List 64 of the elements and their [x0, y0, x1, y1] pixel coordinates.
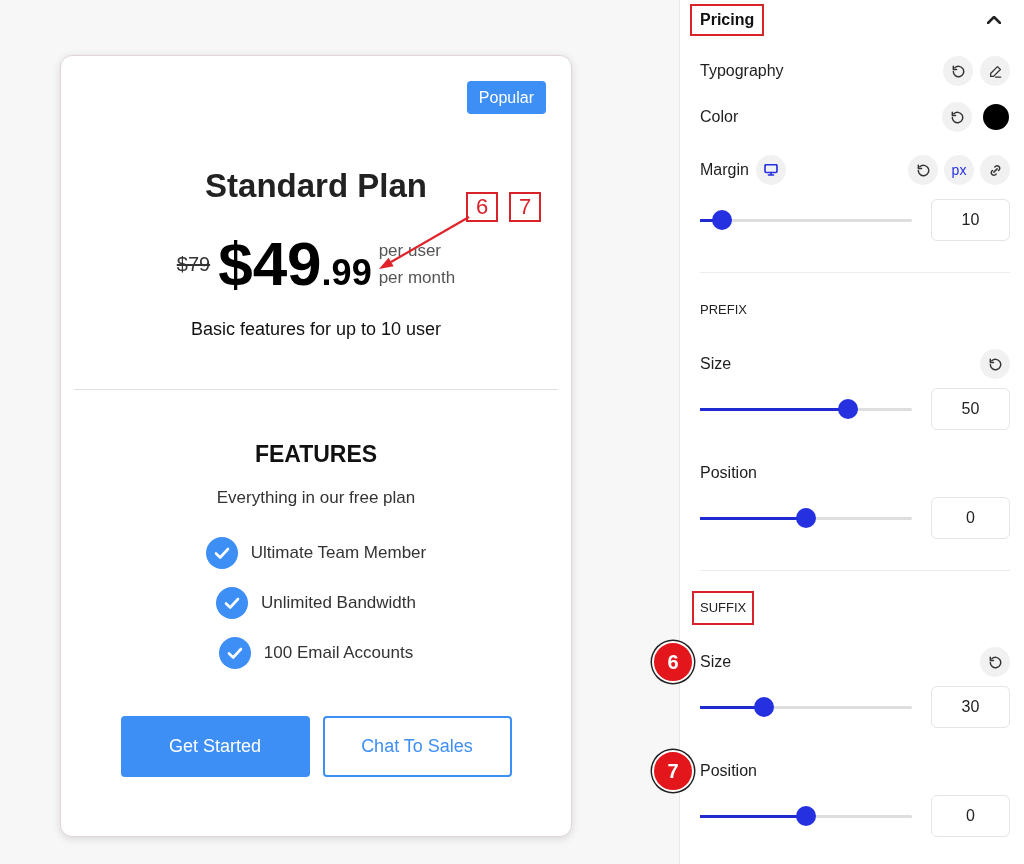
pencil-icon [988, 64, 1002, 78]
slider-track[interactable] [700, 806, 912, 826]
section-heading: SUFFIX [692, 591, 755, 625]
number-input[interactable]: 0 [931, 795, 1010, 837]
device-button[interactable] [755, 155, 786, 185]
slider-thumb[interactable] [711, 210, 732, 230]
slider-track[interactable] [700, 210, 912, 230]
number-input[interactable]: 30 [931, 686, 1010, 728]
popular-badge: Popular [466, 81, 546, 114]
slider-thumb[interactable] [753, 697, 774, 717]
step-marker: 6 [652, 641, 694, 683]
control-label: Typography [700, 61, 784, 81]
reset-icon [988, 655, 1002, 669]
control-label: Position [700, 463, 757, 483]
price-amount: $49 [218, 233, 322, 295]
section-title: Pricing [690, 4, 765, 36]
slider-thumb[interactable] [796, 508, 816, 528]
slider-track[interactable] [700, 399, 912, 419]
unit-button[interactable]: px [944, 155, 974, 185]
number-input[interactable]: 10 [931, 199, 1010, 241]
check-icon [218, 637, 251, 669]
price-period: per user [378, 240, 443, 262]
check-icon [216, 587, 248, 619]
callout-label: 7 [509, 192, 541, 222]
section-heading: PREFIX [699, 301, 748, 319]
monitor-icon [763, 164, 778, 176]
number-input[interactable]: 0 [931, 497, 1010, 539]
slider-track[interactable] [700, 697, 912, 717]
reset-button[interactable] [980, 349, 1010, 379]
callout-label: 6 [466, 192, 498, 222]
feature-item: 100 Email Accounts [263, 642, 414, 664]
chevron-up-icon[interactable] [987, 16, 1001, 24]
original-price: $79 [176, 252, 211, 276]
slider-track[interactable] [700, 508, 912, 528]
link-icon [988, 163, 1002, 177]
reset-icon [988, 357, 1002, 371]
features-subtitle: Everything in our free plan [216, 487, 416, 509]
reset-icon [950, 110, 964, 124]
features-heading: FEATURES [254, 440, 378, 469]
reset-icon [951, 64, 965, 78]
plan-description: Basic features for up to 10 user [190, 318, 442, 341]
price-period: per month [378, 267, 456, 289]
step-marker: 7 [652, 750, 694, 792]
edit-button[interactable] [980, 56, 1010, 86]
control-label: Size [700, 652, 732, 672]
link-button[interactable] [980, 155, 1010, 185]
feature-item: Ultimate Team Member [250, 542, 427, 564]
plan-title: Standard Plan [205, 166, 427, 206]
reset-button[interactable] [980, 647, 1010, 677]
number-input[interactable]: 50 [931, 388, 1010, 430]
check-icon [205, 537, 238, 569]
reset-button[interactable] [943, 56, 973, 86]
control-label: Color [700, 107, 739, 127]
color-swatch[interactable] [983, 104, 1009, 130]
slider-thumb[interactable] [838, 399, 859, 419]
control-label: Position [700, 761, 757, 781]
slider-thumb[interactable] [796, 806, 816, 826]
feature-item: Unlimited Bandwidth [261, 592, 416, 614]
reset-button[interactable] [908, 155, 938, 185]
price-cents: .99 [321, 255, 372, 291]
control-label: Size [700, 354, 732, 374]
reset-button[interactable] [942, 102, 972, 132]
control-label: Margin [700, 160, 749, 180]
reset-icon [916, 163, 930, 177]
